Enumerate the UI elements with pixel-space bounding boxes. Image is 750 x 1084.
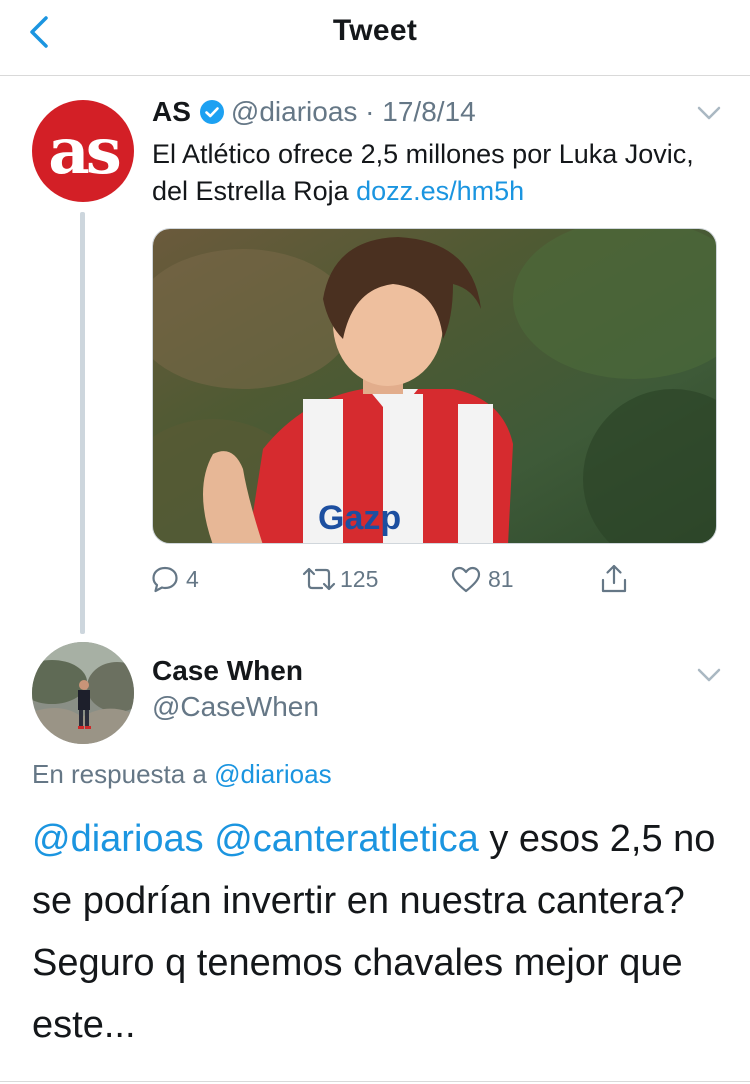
mention-diarioas[interactable]: @diarioas <box>32 818 204 860</box>
tweet1-text: El Atlético ofrece 2,5 millones por Luka… <box>152 136 712 210</box>
tweet1-header: AS @diarioas · 17/8/14 <box>152 96 476 128</box>
like-count: 81 <box>488 565 514 592</box>
retweet-button[interactable]: 125 <box>300 562 378 596</box>
reply-icon <box>150 564 180 594</box>
tweet2-author-name[interactable]: Case When <box>152 655 303 687</box>
like-icon <box>450 564 482 594</box>
tweet1-author-name[interactable]: AS <box>152 96 191 127</box>
as-avatar[interactable]: as <box>32 100 134 202</box>
like-button[interactable]: 81 <box>450 562 514 596</box>
page-title: Tweet <box>332 14 418 47</box>
tweet1-separator: · <box>365 96 375 127</box>
chevron-down-icon[interactable] <box>697 106 721 120</box>
reply-button[interactable]: 4 <box>150 562 199 596</box>
reply-count: 4 <box>186 565 199 592</box>
chevron-down-icon[interactable] <box>697 668 721 682</box>
thread-connector <box>80 212 85 634</box>
tweet1-handle[interactable]: @diarioas <box>231 96 357 127</box>
tweet1-media-image[interactable]: Gazp <box>152 228 717 544</box>
divider <box>0 1081 750 1082</box>
tweet2-handle[interactable]: @CaseWhen <box>152 691 319 723</box>
casewhen-avatar[interactable] <box>32 642 134 744</box>
verified-badge-icon <box>199 99 225 125</box>
tweet1-actions: 4 125 81 <box>150 562 650 596</box>
share-button[interactable] <box>598 562 630 596</box>
top-bar: Tweet <box>0 0 750 76</box>
reply-prefix: En respuesta a <box>32 759 215 789</box>
retweet-icon <box>300 564 338 594</box>
tweet2-text: @diarioas @canteratletica y esos 2,5 no … <box>32 808 732 1056</box>
svg-text:Gazp: Gazp <box>318 499 401 537</box>
tweet1-date: 17/8/14 <box>382 96 476 127</box>
share-icon <box>598 563 630 595</box>
tweet1-link[interactable]: dozz.es/hm5h <box>356 176 524 206</box>
reply-to-mention[interactable]: @diarioas <box>214 759 331 789</box>
as-logo-text: as <box>48 114 122 189</box>
mention-canteratletica[interactable]: @canteratletica <box>214 818 479 860</box>
retweet-count: 125 <box>340 565 379 592</box>
reply-context: En respuesta a @diarioas <box>32 759 332 790</box>
